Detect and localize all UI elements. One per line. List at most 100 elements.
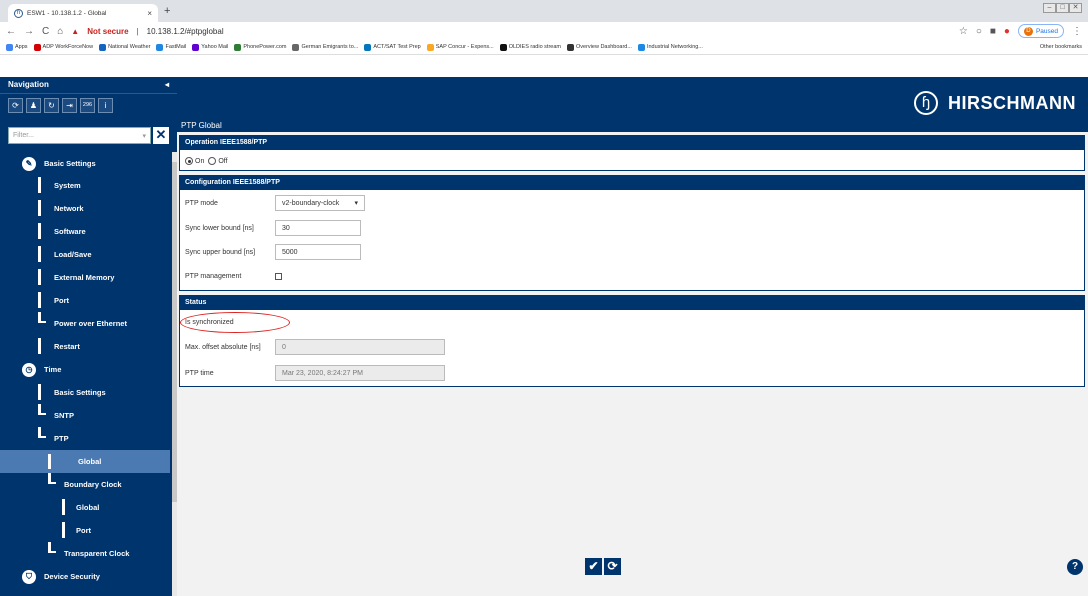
profile-paused-button[interactable]: D Paused xyxy=(1017,24,1064,38)
bookmark-item[interactable]: PhonePower.com xyxy=(234,43,286,51)
tree-label: SNTP xyxy=(54,411,75,420)
close-window-button[interactable]: ✕ xyxy=(1069,3,1082,13)
bookmark-item[interactable]: FastMail xyxy=(156,43,187,51)
tree-item-bc-global[interactable]: Global xyxy=(0,496,170,519)
bookmark-item[interactable]: National Weather xyxy=(99,43,150,51)
radio-off-label: Off xyxy=(218,157,228,165)
tree-label: Time xyxy=(44,365,62,374)
user-icon[interactable]: ♟ xyxy=(26,98,41,113)
ptp-mode-label: PTP mode xyxy=(185,199,218,207)
tree-item-sntp[interactable]: SNTP xyxy=(0,404,170,427)
bookmarks-bar: Apps ADP WorkForceNow National Weather Fast… xyxy=(0,40,1088,55)
bookmark-icon xyxy=(33,43,41,51)
maximize-button[interactable]: □ xyxy=(1056,3,1069,13)
bookmark-label: Overview Dashboard... xyxy=(576,44,632,50)
status-section: Status Is synchronized Max. offset absol… xyxy=(179,295,1085,387)
bookmark-label: FastMail xyxy=(165,44,187,50)
navigation-title: Navigation xyxy=(8,80,49,89)
bookmark-icon xyxy=(637,43,645,51)
tree-label: Network xyxy=(54,204,84,213)
bookmark-item[interactable]: SAP Concur - Expens... xyxy=(426,43,494,51)
header-banner: ɧ HIRSCHMANN PTP Global xyxy=(177,77,1088,132)
star-icon[interactable]: ☆ xyxy=(959,26,968,37)
bookmark-icon xyxy=(364,43,372,51)
tree-item-device-security[interactable]: ⛉ Device Security xyxy=(0,565,170,588)
ptp-time-field: Mar 23, 2020, 8:24:27 PM xyxy=(275,365,445,381)
logout-icon[interactable]: ⇥ xyxy=(62,98,77,113)
tree-label: Load/Save xyxy=(54,250,92,259)
extension-icon-3[interactable]: ● xyxy=(1004,26,1010,37)
extension-icon[interactable]: ○ xyxy=(976,26,982,37)
bookmark-item[interactable]: Yahoo Mail xyxy=(192,43,228,51)
url-field[interactable]: 10.138.1.2/#ptpglobal xyxy=(147,27,224,36)
browser-tab[interactable]: h ESW1 - 10.138.1.2 - Global × xyxy=(8,4,158,22)
tree-item-ptp[interactable]: PTP xyxy=(0,427,170,450)
extension-icon-2[interactable]: ■ xyxy=(990,26,996,37)
browser-tab-bar: h ESW1 - 10.138.1.2 - Global × + – □ ✕ xyxy=(0,0,1088,22)
help-button[interactable]: ? xyxy=(1067,559,1083,575)
tree-item-software[interactable]: Software xyxy=(0,220,170,243)
ptp-mode-select[interactable]: v2-boundary-clock ▾ xyxy=(275,195,365,211)
tree-item-time-basic-settings[interactable]: Basic Settings xyxy=(0,381,170,404)
tree-item-port[interactable]: Port xyxy=(0,289,170,312)
radio-on[interactable] xyxy=(185,157,193,165)
tree-item-boundary-clock[interactable]: Boundary Clock xyxy=(0,473,170,496)
bookmark-item[interactable]: ACT/SAT Test Prep xyxy=(364,43,421,51)
forward-icon[interactable]: → xyxy=(24,26,34,37)
filter-dropdown-icon[interactable]: ▾ xyxy=(142,132,146,140)
collapse-nav-icon[interactable]: ◂ xyxy=(165,80,169,90)
tree-item-time[interactable]: ◷ Time xyxy=(0,358,170,381)
reload-page-icon[interactable]: C xyxy=(42,26,49,37)
max-offset-label: Max. offset absolute [ns] xyxy=(185,343,261,351)
tree-label: System xyxy=(54,181,81,190)
reload-icon[interactable]: ⟳ xyxy=(8,98,23,113)
hirschmann-favicon-icon: h xyxy=(14,8,23,18)
max-offset-field: 0 xyxy=(275,339,445,355)
bookmark-item[interactable]: ADP WorkForceNow xyxy=(33,43,93,51)
tree-item-network[interactable]: Network xyxy=(0,197,170,220)
refresh-config-icon[interactable]: ↻ xyxy=(44,98,59,113)
configuration-header: Configuration IEEE1588/PTP xyxy=(180,176,1084,190)
ptp-management-checkbox[interactable] xyxy=(275,272,282,280)
tree-label: Port xyxy=(54,296,69,305)
other-bookmarks[interactable]: Other bookmarks xyxy=(1040,44,1082,50)
bookmark-item[interactable]: Overview Dashboard... xyxy=(567,43,632,51)
bookmark-item[interactable]: German Emigrants to... xyxy=(292,43,358,51)
new-tab-button[interactable]: + xyxy=(164,5,170,17)
tree-item-system[interactable]: System xyxy=(0,174,170,197)
tree-item-bc-port[interactable]: Port xyxy=(0,519,170,542)
home-icon[interactable]: ⌂ xyxy=(57,26,63,37)
tree-item-ptp-global[interactable]: Global xyxy=(0,450,170,473)
bookmark-item[interactable]: OLDIES radio stream xyxy=(499,43,561,51)
not-secure-label[interactable]: Not secure xyxy=(87,27,128,36)
sync-upper-input[interactable]: 5000 xyxy=(275,244,361,260)
filter-clear-button[interactable]: ✕ xyxy=(153,127,169,144)
menu-icon[interactable]: ⋮ xyxy=(1072,26,1082,37)
url-separator: | xyxy=(136,26,139,36)
paused-label: Paused xyxy=(1035,27,1058,35)
info-icon[interactable]: i xyxy=(98,98,113,113)
radio-off[interactable] xyxy=(208,157,217,165)
reload-button[interactable]: ⟳ xyxy=(604,558,621,575)
tab-close-icon[interactable]: × xyxy=(147,9,152,18)
filter-input[interactable]: Filter... ▾ xyxy=(8,127,151,144)
bookmark-icon xyxy=(292,43,300,51)
operation-radio-group: On Off xyxy=(185,152,228,170)
tree-item-restart[interactable]: Restart xyxy=(0,335,170,358)
tree-item-load-save[interactable]: Load/Save xyxy=(0,243,170,266)
tree-item-transparent-clock[interactable]: Transparent Clock xyxy=(0,542,170,565)
tree-item-basic-settings[interactable]: ✎ Basic Settings xyxy=(0,152,170,175)
tree-connector xyxy=(48,454,51,469)
tree-item-poe[interactable]: Power over Ethernet xyxy=(0,312,170,335)
tree-item-external-memory[interactable]: External Memory xyxy=(0,266,170,289)
bookmark-icon xyxy=(234,43,242,51)
bookmark-item[interactable]: Industrial Networking... xyxy=(637,43,703,51)
apply-button[interactable]: ✔ xyxy=(585,558,602,575)
minimize-button[interactable]: – xyxy=(1043,3,1056,13)
back-icon[interactable]: ← xyxy=(6,26,16,37)
sync-upper-row: Sync upper bound [ns] 5000 xyxy=(185,243,361,261)
tree-label: Basic Settings xyxy=(44,159,96,168)
bookmark-item[interactable]: Apps xyxy=(6,43,28,51)
counter-icon[interactable]: 296 xyxy=(80,98,95,113)
sync-lower-input[interactable]: 30 xyxy=(275,220,361,236)
